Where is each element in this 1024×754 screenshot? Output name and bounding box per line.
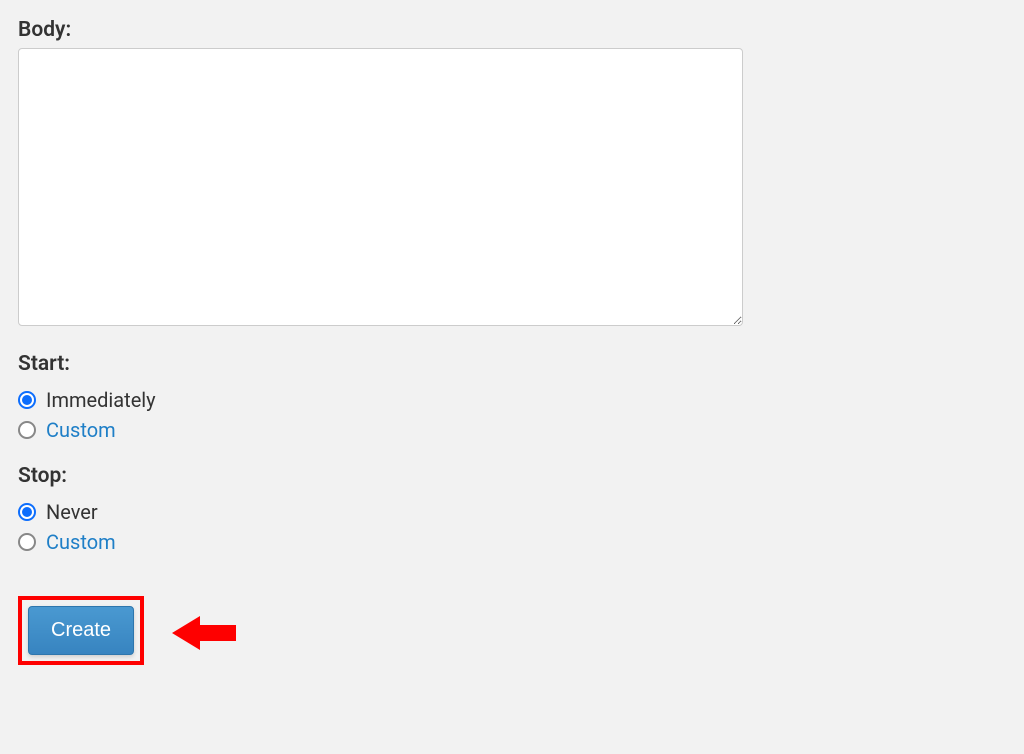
start-radio-custom-label[interactable]: Custom [46, 418, 116, 442]
start-radio-immediately-label[interactable]: Immediately [46, 388, 156, 412]
stop-field-group: Stop: Never Custom [18, 464, 1006, 554]
stop-radio-never[interactable] [18, 503, 36, 521]
start-option-immediately: Immediately [18, 388, 1006, 412]
highlight-annotation: Create [18, 596, 144, 665]
stop-radio-custom-label[interactable]: Custom [46, 530, 116, 554]
body-label: Body: [18, 18, 1006, 42]
stop-radio-group: Never Custom [18, 500, 1006, 554]
stop-label: Stop: [18, 464, 1006, 488]
stop-radio-never-label[interactable]: Never [46, 500, 98, 524]
start-radio-group: Immediately Custom [18, 388, 1006, 442]
start-label: Start: [18, 352, 1006, 376]
start-radio-custom[interactable] [18, 421, 36, 439]
start-option-custom: Custom [18, 418, 1006, 442]
body-textarea[interactable] [18, 48, 743, 326]
action-area: Create [18, 596, 1006, 665]
start-field-group: Start: Immediately Custom [18, 352, 1006, 442]
create-button[interactable]: Create [28, 606, 134, 655]
stop-option-never: Never [18, 500, 1006, 524]
arrow-annotation-icon [172, 612, 232, 650]
start-radio-immediately[interactable] [18, 391, 36, 409]
stop-option-custom: Custom [18, 530, 1006, 554]
body-field-group: Body: [18, 18, 1006, 330]
stop-radio-custom[interactable] [18, 533, 36, 551]
